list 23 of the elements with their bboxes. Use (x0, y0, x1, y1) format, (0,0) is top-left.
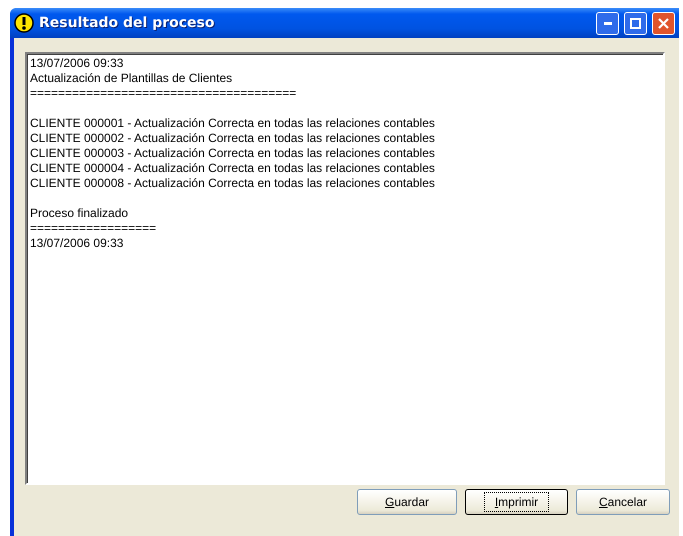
dialog-button[interactable]: Cancelar (576, 489, 670, 515)
log-line: CLIENTE 000002 - Actualización Correcta en todas las relaciones contables (30, 131, 436, 146)
maximize-icon (630, 18, 641, 28)
warning-icon (14, 13, 34, 33)
close-button[interactable] (652, 12, 675, 34)
close-icon (658, 18, 669, 28)
window-title: Resultado del proceso (39, 15, 216, 31)
log-line: Proceso finalizado (30, 206, 130, 221)
log-line: CLIENTE 000008 - Actualización Correcta en todas las relaciones contables (30, 176, 436, 191)
log-line: ================== (30, 221, 158, 236)
log-line: ====================================== (30, 86, 298, 101)
log-line: CLIENTE 000001 - Actualización Correcta en todas las relaciones contables (30, 116, 436, 131)
log-line: 13/07/2006 09:33 (30, 236, 124, 251)
log-line: CLIENTE 000004 - Actualización Correcta en todas las relaciones contables (30, 161, 436, 176)
log-line: Actualización de Plantillas de Clientes (30, 71, 234, 86)
dialog-button[interactable]: Guardar (357, 489, 457, 515)
maximize-button[interactable] (624, 12, 647, 34)
log-line: CLIENTE 000003 - Actualización Correcta en todas las relaciones contables (30, 146, 436, 161)
minimize-button[interactable] (596, 12, 619, 34)
log-line: 13/07/2006 09:33 (30, 56, 124, 71)
minimize-icon (604, 22, 612, 24)
dialog-button[interactable]: Imprimir (465, 489, 568, 515)
log-text-area[interactable] (25, 52, 665, 485)
